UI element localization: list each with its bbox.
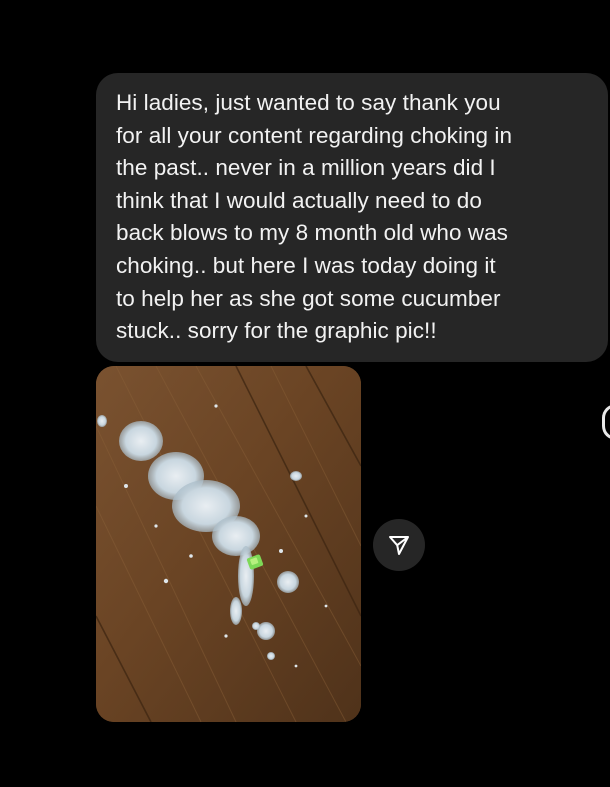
- paper-plane-icon: [389, 536, 409, 555]
- photo-attachment[interactable]: [96, 366, 361, 722]
- reaction-button-partial[interactable]: [602, 404, 610, 440]
- share-button[interactable]: [373, 519, 425, 571]
- message-bubble[interactable]: Hi ladies, just wanted to say thank you …: [96, 73, 608, 362]
- photo-image: [96, 366, 361, 722]
- message-thread: Hi ladies, just wanted to say thank you …: [0, 0, 610, 787]
- message-text: Hi ladies, just wanted to say thank you …: [116, 90, 513, 344]
